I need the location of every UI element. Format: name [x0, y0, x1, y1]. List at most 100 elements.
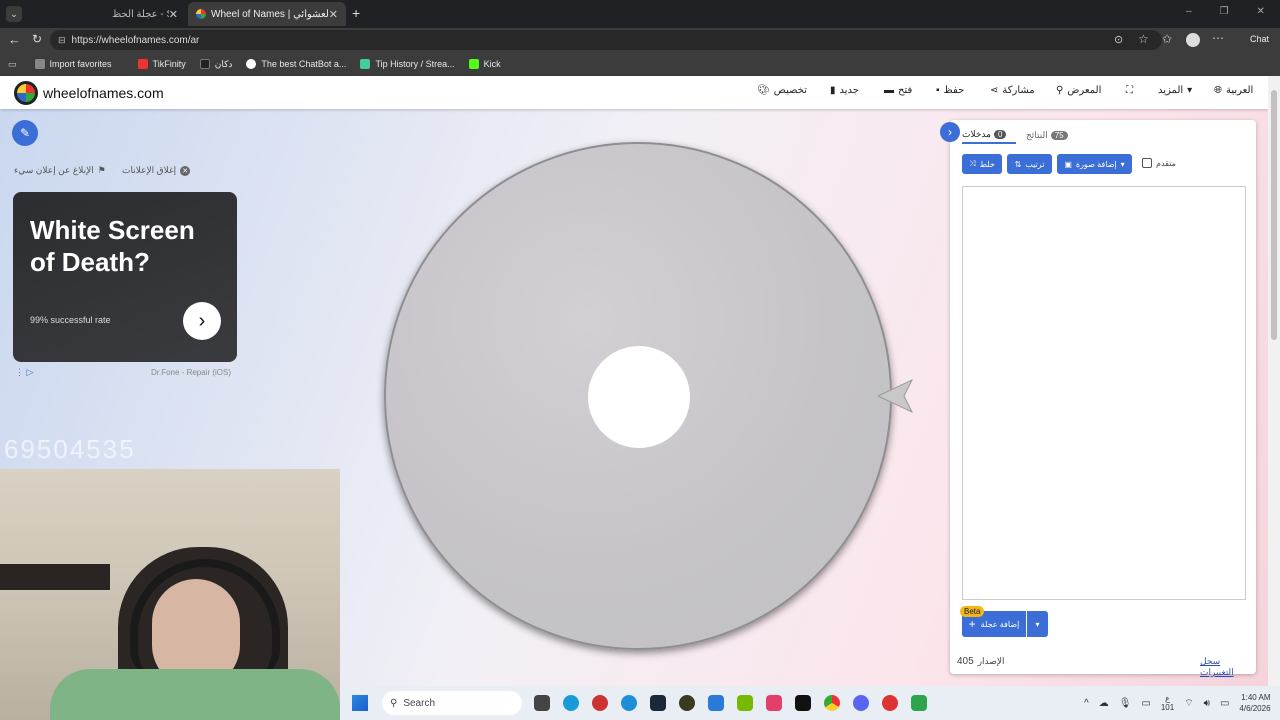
site-logo[interactable]: wheelofnames.com — [14, 81, 164, 105]
ad-choices-icon[interactable]: ⋮ ▷ — [15, 367, 33, 378]
count-badge: 0 — [993, 129, 1007, 139]
restore-icon[interactable]: ❐ — [1220, 6, 1229, 17]
back-icon[interactable]: ← — [8, 32, 21, 47]
nav-open[interactable]: ▬ فتح — [884, 85, 912, 96]
copilot-app-icon[interactable] — [563, 695, 579, 711]
bookmark-label: Tip History / Strea... — [375, 59, 455, 69]
fullscreen-button[interactable]: ⛶ — [1126, 85, 1133, 96]
caret-down-icon: ▾ — [1035, 619, 1040, 629]
chrome-icon[interactable] — [824, 695, 840, 711]
wheel-pointer-icon — [876, 379, 914, 413]
app-icon-dark[interactable] — [679, 695, 695, 711]
task-view-icon[interactable] — [534, 695, 550, 711]
checkbox[interactable] — [1142, 158, 1152, 168]
favorite-star-icon[interactable]: ☆ — [1138, 32, 1149, 46]
hide-panel-button[interactable]: › — [940, 122, 960, 142]
advanced-toggle[interactable]: متقدم — [1142, 158, 1176, 168]
page-scrollbar[interactable] — [1268, 76, 1280, 686]
reading-icon[interactable]: ⊙ — [1114, 33, 1123, 46]
bookmark-label: Import favorites — [49, 59, 112, 69]
report-ad-link[interactable]: الإبلاغ عن إعلان سيء ⚑ — [14, 165, 106, 176]
menu-dots-icon[interactable]: ⋯ — [1212, 31, 1224, 45]
taskbar-search-label: Search — [403, 697, 436, 709]
report-label: الإبلاغ عن إعلان سيء — [14, 165, 94, 175]
app-icon-red[interactable] — [592, 695, 608, 711]
minimize-icon[interactable]: – — [1186, 6, 1192, 17]
close-window-icon[interactable]: ✕ — [1257, 6, 1265, 17]
volume-icon[interactable]: 🔊︎ — [1204, 698, 1210, 709]
store-icon[interactable] — [708, 695, 724, 711]
nav-share[interactable]: ⋖ مشاركة — [990, 85, 1035, 96]
app-icon-pink[interactable] — [766, 695, 782, 711]
app-icon-target[interactable] — [882, 695, 898, 711]
edge-icon[interactable] — [621, 695, 637, 711]
bookmark-chatbot[interactable]: The best ChatBot a... — [246, 59, 346, 69]
wifi-icon[interactable]: ⌔ — [1184, 697, 1193, 710]
favorites-icon[interactable]: ✩ — [1162, 32, 1172, 46]
close-icon[interactable]: ✕ — [169, 8, 178, 21]
site-navbar: wheelofnames.com 🎨︎ تخصيص ▮ جديد ▬ فتح ▪ حفظ… — [0, 76, 1268, 109]
chevron-up-icon[interactable]: ^ — [1084, 698, 1089, 709]
discord-icon[interactable] — [853, 695, 869, 711]
close-ads-link[interactable]: إغلاق الإعلانات ✕ — [122, 165, 191, 176]
changelog-link[interactable]: سجل التغييرات — [1200, 656, 1256, 678]
nav-new[interactable]: ▮ جديد — [830, 85, 859, 96]
entries-textarea[interactable] — [962, 186, 1246, 600]
nav-label: مشاركة — [1002, 85, 1035, 96]
bookmark-tikfinity[interactable]: TikFinity — [137, 59, 186, 69]
bookmark-kick[interactable]: Kick — [468, 59, 501, 69]
close-ads-label: إغلاق الإعلانات — [122, 165, 177, 175]
beta-badge: Beta — [960, 606, 985, 617]
copilot-chat-button[interactable]: Chat — [1232, 32, 1269, 46]
tab-entries[interactable]: مدخلات 0 — [962, 126, 1016, 144]
scrollbar-thumb[interactable] — [1271, 90, 1277, 340]
app-icon-green[interactable] — [911, 695, 927, 711]
file-icon: ▮ — [830, 85, 836, 96]
windows-start-icon[interactable] — [352, 695, 368, 711]
tab-results[interactable]: النتائج 75 — [1026, 126, 1068, 144]
bookmark-tip-history[interactable]: Tip History / Strea... — [360, 59, 455, 69]
display-icon[interactable]: ▭ — [1141, 698, 1150, 709]
spin-wheel[interactable] — [384, 142, 892, 650]
tab-actions-icon[interactable]: ▭ — [8, 59, 17, 70]
language-indicator[interactable]: ع 101 — [1161, 694, 1174, 712]
steam-icon[interactable] — [650, 695, 666, 711]
nav-gallery[interactable]: ⚲ المعرض — [1056, 85, 1101, 96]
dukkan-icon — [199, 59, 210, 69]
cloud-icon[interactable]: ☁ — [1099, 698, 1109, 709]
tiktok-icon[interactable] — [795, 695, 811, 711]
nvidia-icon[interactable] — [737, 695, 753, 711]
microphone-icon[interactable]: 🎙︎ — [1119, 698, 1132, 709]
new-tab-button[interactable]: + — [352, 5, 360, 21]
ad-card[interactable]: White Screen of Death? 99% successful ra… — [13, 192, 237, 362]
nav-save[interactable]: ▪ حفظ — [936, 85, 964, 96]
ad-arrow-button[interactable]: › — [183, 302, 221, 340]
tab-search[interactable]: عجلة الحظ - Search ✕ — [26, 2, 186, 26]
tab-wheel-of-names[interactable]: Wheel of Names | الاسم العشوائي ... ✕ — [188, 2, 346, 26]
pencil-icon: ✎ — [19, 126, 31, 140]
shuffle-icon: ⤨ — [969, 159, 976, 168]
edit-button[interactable]: ✎ — [12, 120, 38, 146]
shuffle-button[interactable]: ⤨ خلط — [962, 154, 1002, 174]
tab-list-button[interactable]: ⌄ — [6, 6, 22, 22]
close-icon[interactable]: ✕ — [329, 8, 338, 21]
add-image-button[interactable]: ▣ إضافة صورة ▾ — [1057, 154, 1132, 174]
logo-text: wheelofnames.com — [43, 85, 164, 101]
profile-avatar[interactable] — [1186, 33, 1200, 47]
nav-customize[interactable]: 🎨︎ تخصيص — [757, 85, 807, 96]
taskbar-search[interactable]: ⚲ Search — [382, 691, 522, 715]
reload-icon[interactable]: ↻ — [32, 32, 42, 46]
clock[interactable]: 1:40 AM 4/6/2026 — [1239, 692, 1270, 714]
share-icon: ⋖ — [990, 85, 999, 96]
add-wheel-dropdown[interactable]: ▾ — [1027, 611, 1048, 637]
wheel-center[interactable] — [588, 346, 690, 448]
bookmark-dukkan[interactable]: دكان — [199, 59, 232, 70]
address-bar[interactable]: ⊟ https://wheelofnames.com/ar ☆ ⊙ — [50, 30, 1162, 50]
bookmark-import-favorites[interactable]: Import favorites — [34, 59, 112, 69]
nav-more[interactable]: المزيد ▾ — [1158, 85, 1192, 96]
battery-icon[interactable]: ▭ — [1220, 698, 1229, 709]
site-info-icon[interactable]: ⊟ — [58, 35, 66, 46]
nav-label: حفظ — [943, 85, 965, 96]
nav-language[interactable]: 🌐︎ العربية — [1214, 85, 1253, 96]
sort-button[interactable]: ⇅ ترتيب — [1007, 154, 1052, 174]
